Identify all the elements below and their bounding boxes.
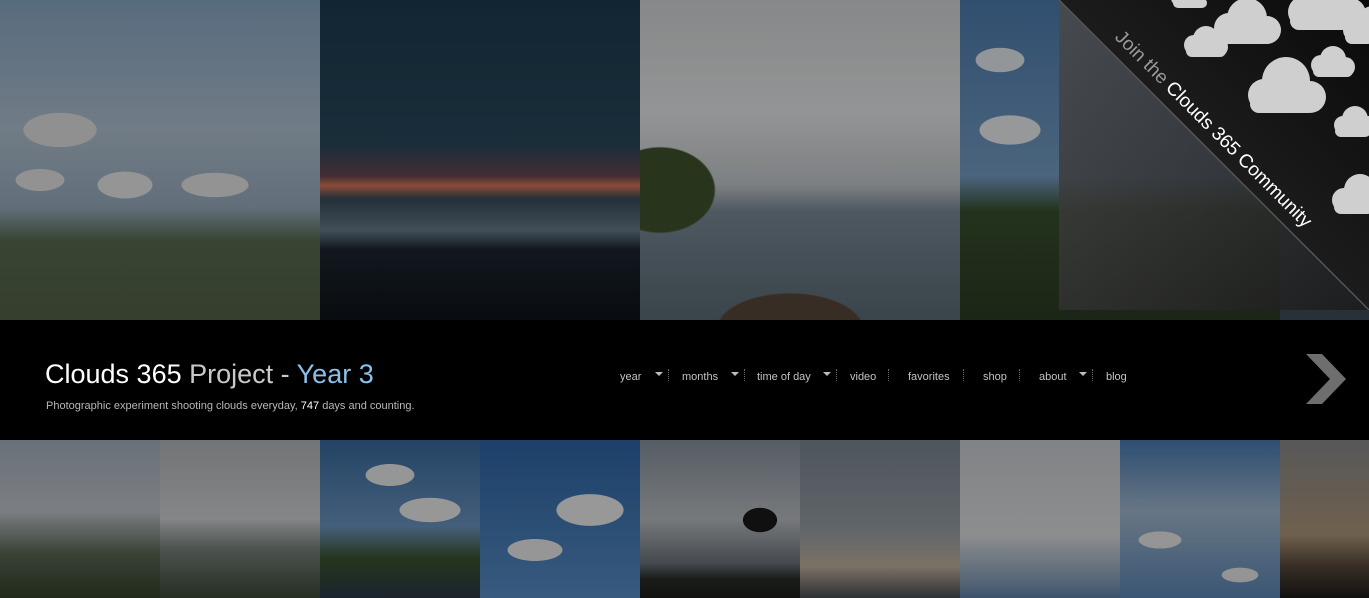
days-count: 747 [300,400,320,412]
chevron-down-icon[interactable] [731,372,739,376]
title-year: Year 3 [296,359,374,389]
cloud-photo[interactable] [320,440,480,598]
corner-ribbon: Join the Clouds 365 Community [1058,0,1369,311]
nav-item-about[interactable]: about [1039,370,1067,384]
nav-divider [963,369,964,381]
nav-item-video[interactable]: video [850,370,876,384]
site-tagline: Photographic experiment shooting clouds … [46,400,415,412]
chevron-down-icon[interactable] [823,372,831,376]
nav-divider [1092,369,1093,381]
cloud-photo[interactable] [160,440,320,598]
nav-divider [1019,369,1020,381]
chevron-right-icon [1306,354,1346,404]
cloud-photo[interactable] [640,0,960,320]
next-page-button[interactable] [1304,352,1348,406]
join-community-banner[interactable]: Join the Clouds 365 Community [1058,0,1369,311]
site-title[interactable]: Clouds 365 Project - Year 3 [45,358,374,390]
nav-divider [888,369,889,381]
cloud-photo[interactable] [1120,440,1280,598]
nav-divider [668,369,669,381]
nav-item-shop[interactable]: shop [983,370,1007,384]
nav-item-year[interactable]: year [620,370,641,384]
bottom-photo-strip [0,440,1369,598]
nav-divider [744,369,745,381]
nav-item-months[interactable]: months [682,370,718,384]
chevron-down-icon[interactable] [655,372,663,376]
cloud-photo[interactable] [1280,440,1369,598]
cloud-photo[interactable] [960,440,1120,598]
site-header: Clouds 365 Project - Year 3 Photographic… [0,320,1369,440]
title-main: Clouds 365 [45,359,182,389]
chevron-down-icon[interactable] [1079,372,1087,376]
cloud-photo[interactable] [0,440,160,598]
cloud-photo[interactable] [0,0,320,320]
cloud-photo[interactable] [800,440,960,598]
title-project: Project - [181,359,297,389]
cloud-photo[interactable] [320,0,640,320]
nav-item-time-of-day[interactable]: time of day [757,370,811,384]
cloud-photo[interactable] [480,440,640,598]
nav-item-blog[interactable]: blog [1106,370,1127,384]
cloud-photo[interactable] [640,440,800,598]
nav-item-favorites[interactable]: favorites [908,370,950,384]
nav-divider [836,369,837,381]
